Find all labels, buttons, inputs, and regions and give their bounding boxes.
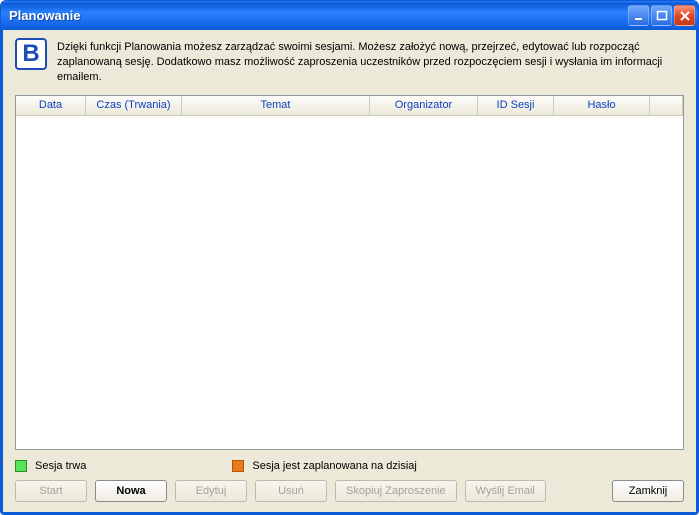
col-header-3[interactable]: Organizator [370, 96, 478, 115]
delete-button: Usuń [255, 480, 327, 502]
close-button[interactable]: Zamknij [612, 480, 684, 502]
titlebar: Planowanie [1, 1, 698, 30]
window-body: B Dzięki funkcji Planowania możesz zarzą… [1, 30, 698, 514]
new-button[interactable]: Nowa [95, 480, 167, 502]
send-email-button: Wyślij Email [465, 480, 546, 502]
legend-label-today: Sesja jest zaplanowana na dzisiaj [252, 460, 417, 472]
col-header-filler [650, 96, 683, 115]
table-body [16, 116, 683, 449]
col-header-1[interactable]: Czas (Trwania) [86, 96, 182, 115]
legend-label-ongoing: Sesja trwa [35, 460, 86, 472]
planning-window: Planowanie B Dzięki funkcji Planowania m… [0, 0, 699, 515]
copy-invite-button: Skopiuj Zaproszenie [335, 480, 457, 502]
maximize-button[interactable] [651, 5, 672, 26]
col-header-4[interactable]: ID Sesji [478, 96, 554, 115]
table-header: DataCzas (Trwania)TematOrganizatorID Ses… [16, 96, 683, 116]
app-icon-letter: B [22, 40, 39, 68]
intro-section: B Dzięki funkcji Planowania możesz zarzą… [15, 38, 684, 85]
col-header-2[interactable]: Temat [182, 96, 370, 115]
start-button: Start [15, 480, 87, 502]
minimize-button[interactable] [628, 5, 649, 26]
window-title: Planowanie [9, 8, 81, 23]
col-header-0[interactable]: Data [16, 96, 86, 115]
intro-text: Dzięki funkcji Planowania możesz zarządz… [57, 38, 684, 85]
app-icon: B [15, 38, 47, 70]
legend-swatch-today [232, 460, 244, 472]
edit-button: Edytuj [175, 480, 247, 502]
col-header-5[interactable]: Hasło [554, 96, 650, 115]
sessions-table: DataCzas (Trwania)TematOrganizatorID Ses… [15, 95, 684, 450]
button-row: Start Nowa Edytuj Usuń Skopiuj Zaproszen… [15, 480, 684, 502]
close-icon[interactable] [674, 5, 695, 26]
legend: Sesja trwa Sesja jest zaplanowana na dzi… [15, 460, 684, 472]
legend-swatch-ongoing [15, 460, 27, 472]
